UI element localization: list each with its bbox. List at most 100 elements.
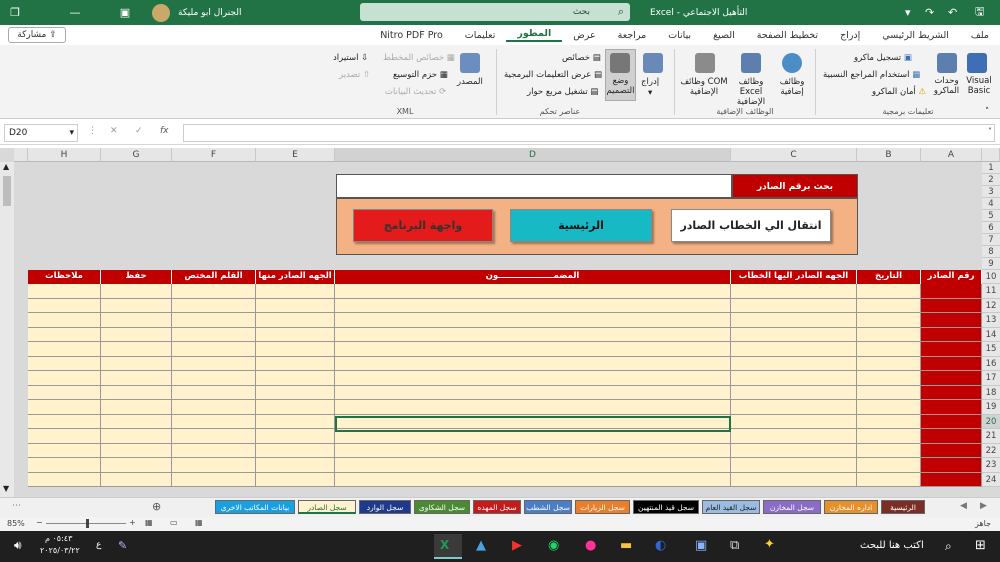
table-cell[interactable] — [921, 298, 982, 313]
selected-cell[interactable] — [335, 416, 731, 432]
row-header[interactable]: 4 — [982, 198, 1000, 210]
table-cell[interactable] — [256, 400, 335, 415]
formula-input[interactable] — [183, 124, 995, 142]
row-header[interactable]: 13 — [982, 313, 1000, 328]
table-cell[interactable] — [256, 385, 335, 400]
row-header[interactable]: 19 — [982, 400, 1000, 415]
map-properties-button[interactable]: خصائص المخطط ▦ — [383, 53, 455, 63]
table-cell[interactable] — [857, 327, 921, 342]
row-header[interactable]: 18 — [982, 385, 1000, 400]
table-cell[interactable] — [731, 458, 857, 473]
col-header-g[interactable]: G — [101, 148, 172, 162]
excel-addins-icon[interactable] — [741, 53, 761, 73]
col-header-b[interactable]: B — [857, 148, 921, 162]
minimize-icon[interactable]: — — [60, 0, 90, 25]
table-cell[interactable] — [172, 414, 256, 429]
properties-button[interactable]: خصائص ▤ — [562, 53, 601, 63]
table-cell[interactable] — [857, 443, 921, 458]
col-header-h[interactable]: H — [28, 148, 101, 162]
tab-formulas[interactable]: الصيغ — [702, 30, 746, 41]
row-header[interactable]: 12 — [982, 298, 1000, 313]
table-cell[interactable] — [256, 298, 335, 313]
user-name[interactable]: الجنرال ابو مليكة — [178, 8, 241, 18]
table-cell[interactable] — [172, 429, 256, 444]
table-cell[interactable] — [28, 400, 101, 415]
table-cell[interactable] — [731, 298, 857, 313]
run-dialog-button[interactable]: تشغيل مربع حوار ▤ — [527, 87, 598, 97]
table-cell[interactable] — [28, 327, 101, 342]
zoom-level[interactable]: 85% — [7, 519, 25, 528]
vertical-scrollbar[interactable]: ▲ ▼ — [0, 162, 14, 497]
export-button[interactable]: تصدير ⇧ — [339, 70, 370, 80]
zoom-slider-thumb[interactable] — [86, 519, 89, 528]
table-cell[interactable] — [857, 472, 921, 487]
sheet-tab[interactable]: سجل قيد المنتهين — [633, 500, 699, 514]
table-cell[interactable] — [857, 385, 921, 400]
table-cell[interactable] — [101, 429, 172, 444]
edge-icon[interactable]: ◐ — [655, 538, 666, 553]
table-cell[interactable] — [256, 429, 335, 444]
table-cell[interactable] — [335, 342, 731, 357]
taskbar-search[interactable]: اكتب هنا للبحث — [860, 540, 924, 551]
table-cell[interactable] — [335, 327, 731, 342]
save-icon[interactable]: 🖫 — [975, 3, 984, 22]
table-cell[interactable] — [731, 284, 857, 299]
avatar[interactable] — [152, 3, 170, 22]
table-cell[interactable] — [101, 298, 172, 313]
sheet-tab[interactable]: سجل الوارد — [359, 500, 411, 514]
tab-data[interactable]: بيانات — [657, 30, 702, 41]
table-cell[interactable] — [28, 298, 101, 313]
tab-page-layout[interactable]: تخطيط الصفحة — [746, 30, 829, 41]
table-cell[interactable] — [172, 458, 256, 473]
volume-icon[interactable]: 🔊︎ — [14, 538, 22, 553]
insert-control-icon[interactable] — [643, 53, 663, 73]
sheet-tab[interactable]: بيانات المكاتب الاخرى — [215, 500, 295, 514]
row-header[interactable]: 2 — [982, 174, 1000, 186]
table-cell[interactable] — [101, 342, 172, 357]
table-cell[interactable] — [921, 472, 982, 487]
col-header-e[interactable]: E — [256, 148, 335, 162]
table-cell[interactable] — [335, 458, 731, 473]
tab-help[interactable]: تعليمات — [454, 30, 507, 41]
row-header[interactable]: 21 — [982, 429, 1000, 444]
view-code-button[interactable]: عرض التعليمات البرمجية ▤ — [504, 70, 602, 80]
name-box[interactable]: D20 ▾ — [4, 124, 78, 142]
sheet-tab[interactable]: سجل المخازن — [763, 500, 821, 514]
table-cell[interactable] — [921, 284, 982, 299]
pen-icon[interactable]: ✎ — [118, 539, 127, 552]
table-cell[interactable] — [28, 371, 101, 386]
zoom-out-icon[interactable]: − — [36, 518, 43, 527]
redo-icon[interactable]: ↷ — [925, 6, 934, 19]
photos-icon[interactable]: ▲ — [476, 538, 486, 553]
table-cell[interactable] — [857, 284, 921, 299]
table-cell[interactable] — [857, 371, 921, 386]
row-header[interactable]: 5 — [982, 210, 1000, 222]
copilot-icon[interactable]: ✦ — [764, 537, 775, 552]
outlook-icon[interactable]: ▣ — [695, 538, 707, 553]
search-number-input[interactable] — [336, 174, 732, 198]
addins-button[interactable]: وظائف إضافية — [774, 77, 810, 97]
table-cell[interactable] — [172, 342, 256, 357]
scroll-down-icon[interactable]: ▼ — [3, 484, 9, 493]
row-header[interactable]: 11 — [982, 284, 1000, 299]
task-view-icon[interactable]: ⧉ — [730, 538, 739, 553]
row-header[interactable]: 16 — [982, 356, 1000, 371]
col-header-d[interactable]: D — [335, 148, 731, 162]
row-header[interactable]: 6 — [982, 222, 1000, 234]
macros-icon[interactable] — [937, 53, 957, 73]
clock-date[interactable]: ٢٠٢٥/٠٣/٢٢ — [40, 546, 80, 555]
table-cell[interactable] — [101, 284, 172, 299]
table-cell[interactable] — [28, 472, 101, 487]
sheet-tab[interactable]: سجل المهده — [473, 500, 521, 514]
table-cell[interactable] — [28, 356, 101, 371]
table-cell[interactable] — [256, 284, 335, 299]
table-cell[interactable] — [731, 371, 857, 386]
table-cell[interactable] — [731, 342, 857, 357]
table-cell[interactable] — [28, 313, 101, 328]
table-cell[interactable] — [172, 327, 256, 342]
row-header[interactable]: 10 — [982, 270, 1000, 284]
table-cell[interactable] — [731, 327, 857, 342]
program-interface-button[interactable]: واجهة البرنامج — [353, 209, 493, 242]
row-header[interactable]: 14 — [982, 327, 1000, 342]
windows-start-icon[interactable]: ⊞ — [975, 538, 986, 553]
